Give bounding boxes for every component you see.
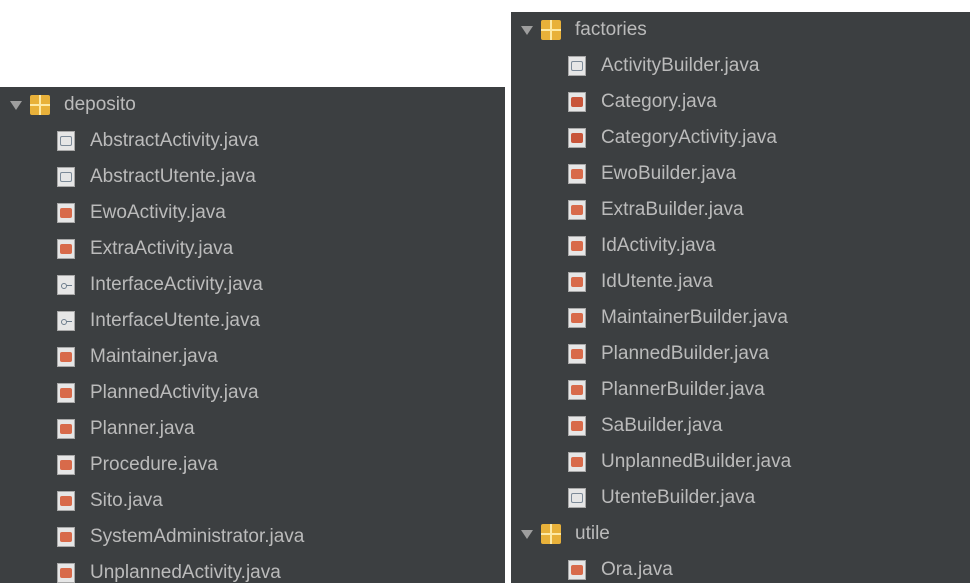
java-class-file-icon [568,380,586,400]
file-item[interactable]: IdUtente.java [511,264,970,300]
file-item[interactable]: MaintainerBuilder.java [511,300,970,336]
file-item[interactable]: PlannedActivity.java [0,375,505,411]
file-item[interactable]: IdActivity.java [511,228,970,264]
file-label: IdActivity.java [601,235,716,256]
file-label: AbstractUtente.java [90,166,256,187]
file-item[interactable]: EwoActivity.java [0,195,505,231]
file-list: AbstractActivity.java AbstractUtente.java… [0,123,505,583]
file-label: ExtraActivity.java [90,238,234,259]
file-item[interactable]: PlannerBuilder.java [511,372,970,408]
file-item[interactable]: InterfaceActivity.java [0,267,505,303]
file-label: UnplannedActivity.java [90,562,281,583]
java-abstract-file-icon [57,131,75,151]
java-class-file-icon [568,344,586,364]
file-list: Ora.java [511,552,970,583]
file-item[interactable]: ExtraBuilder.java [511,192,970,228]
file-label: PlannedBuilder.java [601,343,769,364]
file-label: ActivityBuilder.java [601,55,760,76]
java-abstract-file-icon [568,56,586,76]
file-label: ExtraBuilder.java [601,199,744,220]
file-item[interactable]: Procedure.java [0,447,505,483]
file-item[interactable]: InterfaceUtente.java [0,303,505,339]
file-label: MaintainerBuilder.java [601,307,788,328]
file-item[interactable]: UnplannedBuilder.java [511,444,970,480]
file-label: Procedure.java [90,454,218,475]
package-label: utile [575,523,610,544]
file-label: EwoBuilder.java [601,163,737,184]
file-item[interactable]: Ora.java [511,552,970,583]
java-abstract-file-icon [57,167,75,187]
java-abstract-file-icon [568,488,586,508]
java-enum-file-icon [568,128,586,148]
file-item[interactable]: PlannedBuilder.java [511,336,970,372]
java-class-file-icon [568,452,586,472]
file-label: EwoActivity.java [90,202,226,223]
package-icon [541,524,561,544]
java-class-file-icon [57,455,75,475]
file-item[interactable]: SystemAdministrator.java [0,519,505,555]
package-label: deposito [64,94,136,115]
java-class-file-icon [57,203,75,223]
file-label: Category.java [601,91,717,112]
file-label: UnplannedBuilder.java [601,451,792,472]
chevron-down-icon[interactable] [521,25,533,35]
java-enum-file-icon [568,92,586,112]
java-interface-file-icon [57,311,75,331]
file-label: Ora.java [601,559,673,580]
java-class-file-icon [57,239,75,259]
java-interface-file-icon [57,275,75,295]
file-item[interactable]: Planner.java [0,411,505,447]
java-class-file-icon [568,236,586,256]
java-class-file-icon [568,164,586,184]
file-label: PlannedActivity.java [90,382,259,403]
file-item[interactable]: SaBuilder.java [511,408,970,444]
file-label: UtenteBuilder.java [601,487,756,508]
file-label: InterfaceActivity.java [90,274,263,295]
file-label: InterfaceUtente.java [90,310,261,331]
java-class-file-icon [57,383,75,403]
file-label: Sito.java [90,490,163,511]
file-label: Maintainer.java [90,346,218,367]
file-label: IdUtente.java [601,271,713,292]
file-item[interactable]: AbstractUtente.java [0,159,505,195]
java-class-file-icon [568,200,586,220]
package-node-deposito[interactable]: deposito [0,87,505,123]
package-icon [541,20,561,40]
java-class-file-icon [57,347,75,367]
java-class-file-icon [568,308,586,328]
file-item[interactable]: Category.java [511,84,970,120]
java-class-file-icon [57,491,75,511]
java-class-file-icon [568,416,586,436]
file-label: SaBuilder.java [601,415,723,436]
file-label: SystemAdministrator.java [90,526,305,547]
file-label: Planner.java [90,418,195,439]
chevron-down-icon[interactable] [521,529,533,539]
java-class-file-icon [57,527,75,547]
chevron-down-icon[interactable] [10,100,22,110]
java-class-file-icon [568,560,586,580]
java-class-file-icon [568,272,586,292]
file-item[interactable]: Sito.java [0,483,505,519]
file-item[interactable]: UtenteBuilder.java [511,480,970,516]
file-label: AbstractActivity.java [90,130,259,151]
file-list: ActivityBuilder.java Category.java Categor… [511,48,970,516]
file-label: PlannerBuilder.java [601,379,765,400]
package-label: factories [575,19,647,40]
package-node-utile[interactable]: utile [511,516,970,552]
java-class-file-icon [57,419,75,439]
package-node-factories[interactable]: factories [511,12,970,48]
project-tree-right: factories ActivityBuilder.java Category.j… [511,12,970,583]
file-item[interactable]: CategoryActivity.java [511,120,970,156]
file-item[interactable]: EwoBuilder.java [511,156,970,192]
file-label: CategoryActivity.java [601,127,777,148]
file-item[interactable]: ExtraActivity.java [0,231,505,267]
file-item[interactable]: AbstractActivity.java [0,123,505,159]
file-item[interactable]: ActivityBuilder.java [511,48,970,84]
project-tree-left: deposito AbstractActivity.java AbstractUt… [0,87,505,583]
file-item[interactable]: UnplannedActivity.java [0,555,505,583]
java-class-file-icon [57,563,75,583]
package-icon [30,95,50,115]
file-item[interactable]: Maintainer.java [0,339,505,375]
